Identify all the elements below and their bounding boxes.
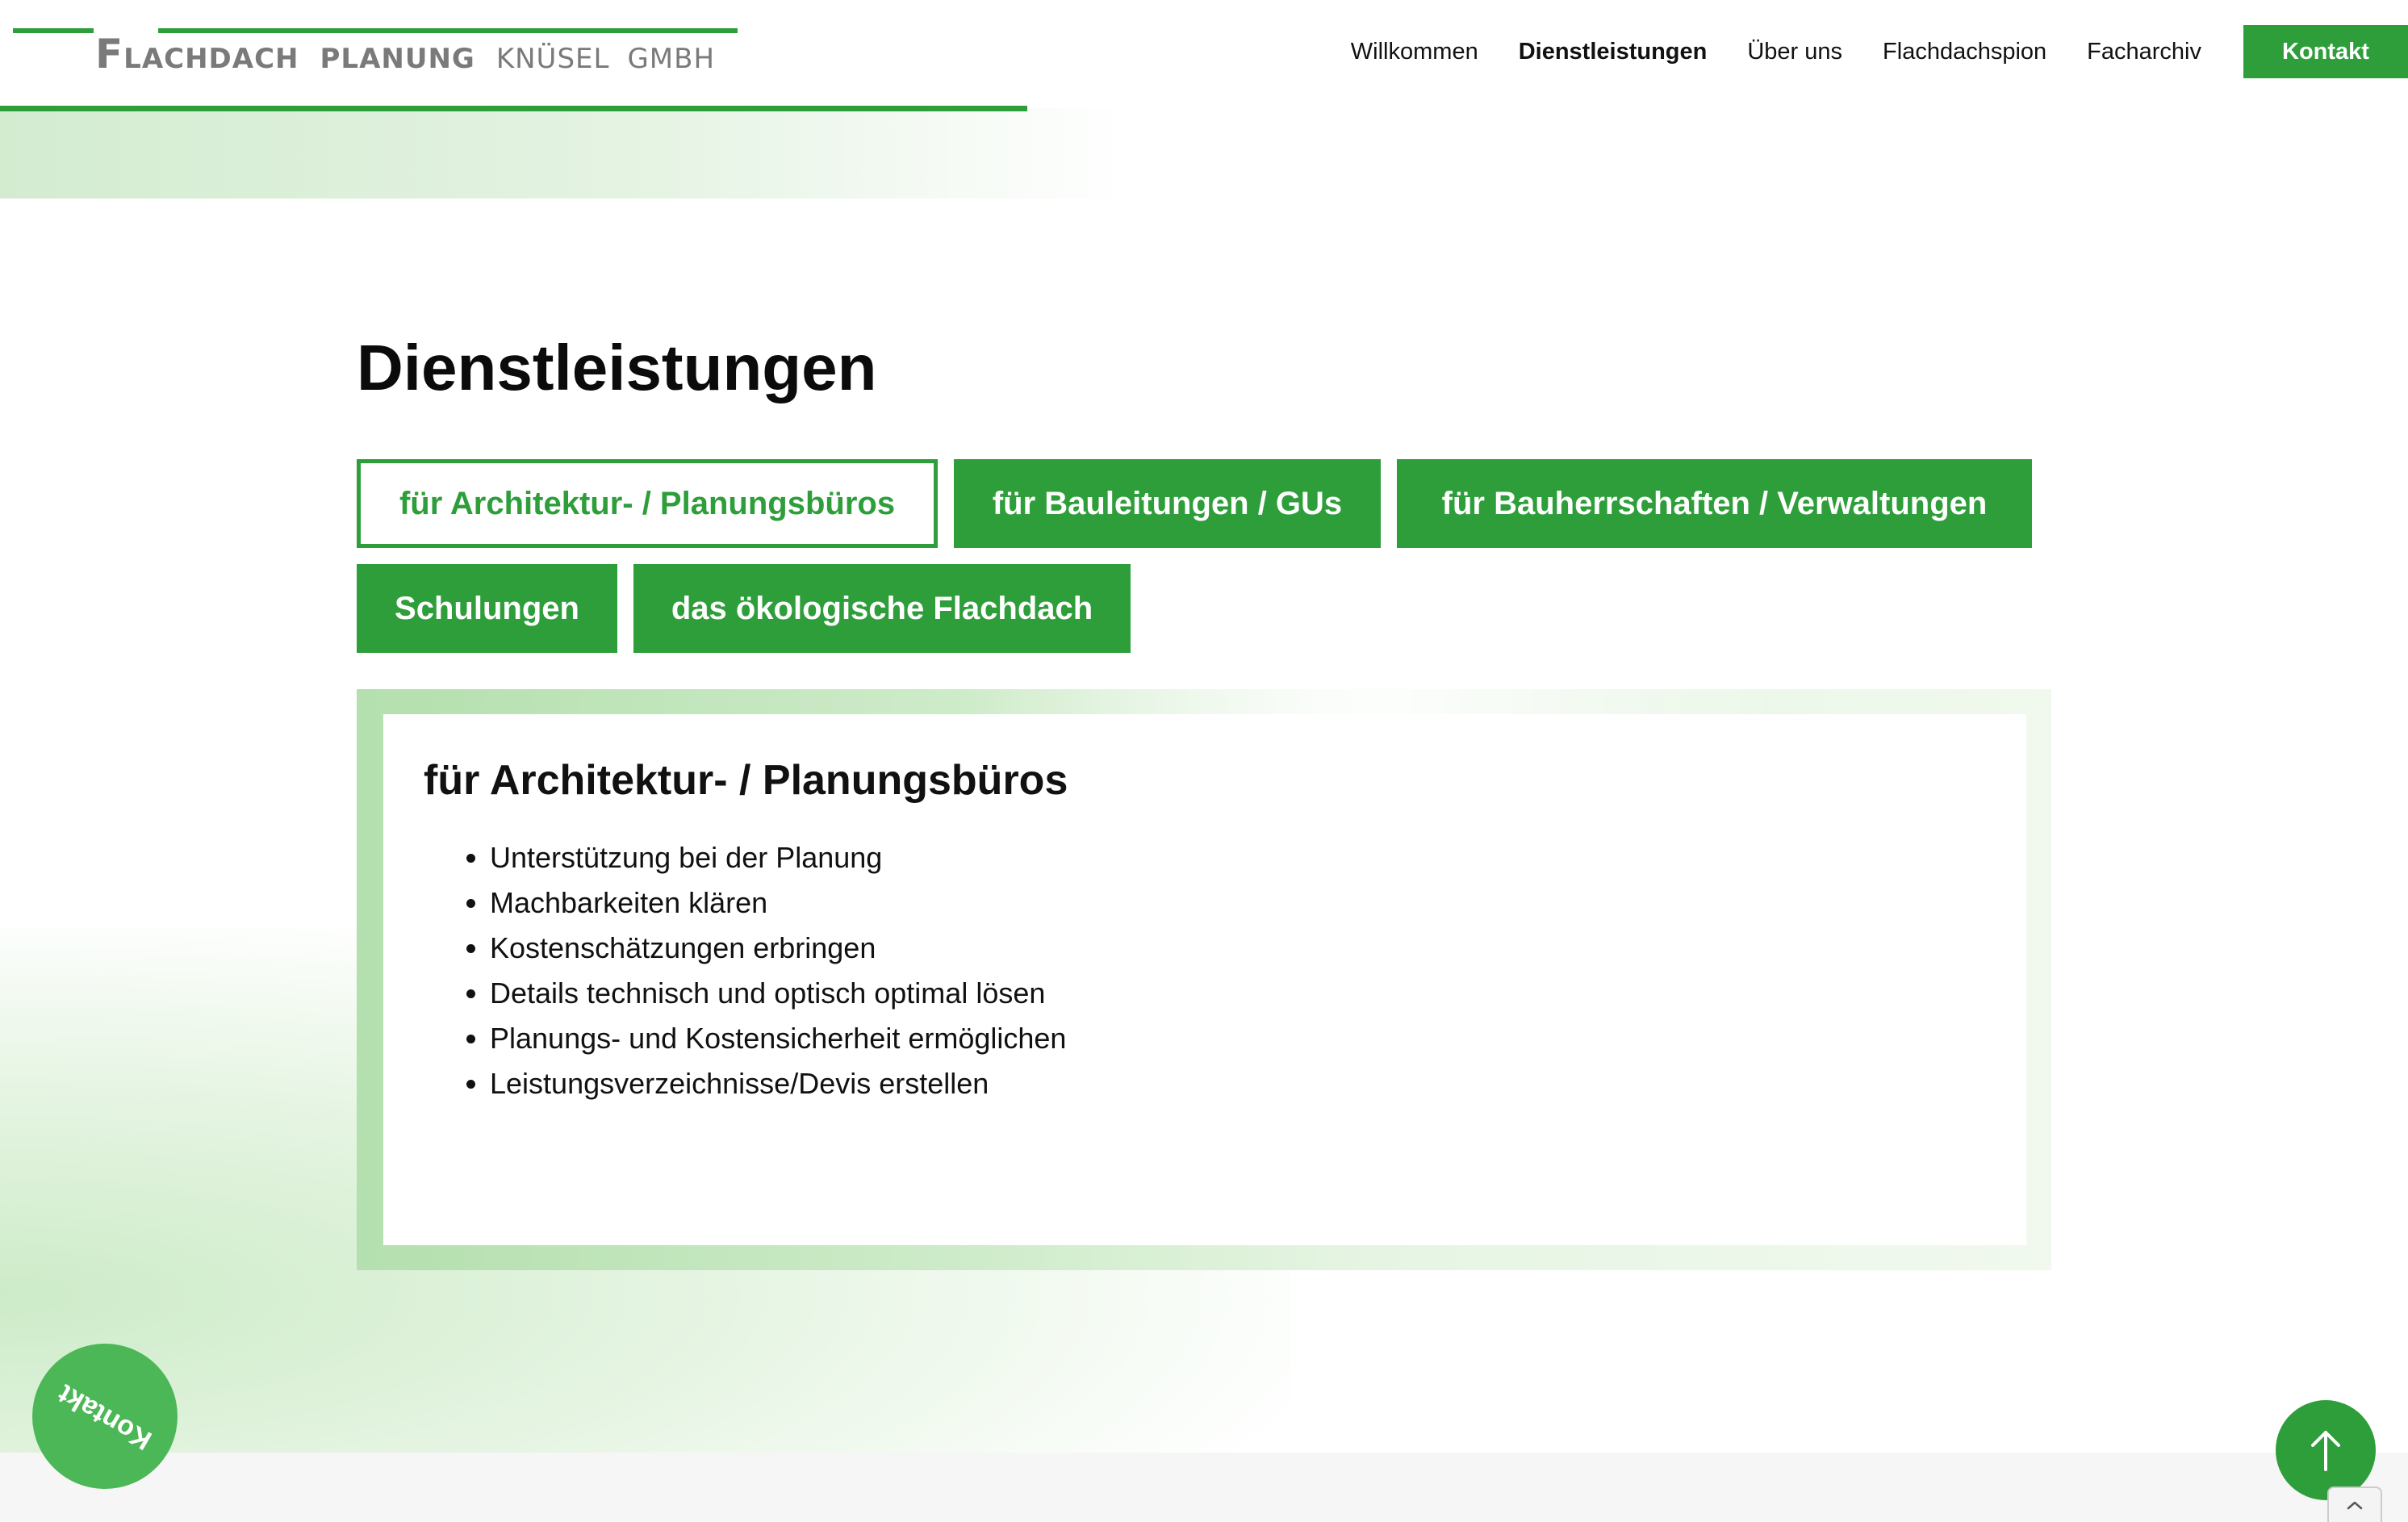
page-title: Dienstleistungen xyxy=(357,332,877,403)
tab-oekologisches-flachdach[interactable]: das ökologische Flachdach xyxy=(633,564,1131,653)
main-navigation: Willkommen Dienstleistungen Über uns Fla… xyxy=(1351,23,2408,81)
tab-bauherrschaften-verwaltungen[interactable]: für Bauherrschaften / Verwaltungen xyxy=(1397,459,2032,548)
header-divider-line xyxy=(0,106,1027,111)
list-item: Planungs- und Kostensicherheit ermöglich… xyxy=(490,1016,1066,1061)
tab-bauleitungen-gus[interactable]: für Bauleitungen / GUs xyxy=(954,459,1381,548)
list-item: Details technisch und optisch optimal lö… xyxy=(490,971,1066,1016)
tab-architektur-planungsbueros[interactable]: für Architektur- / Planungsbüros xyxy=(357,459,938,548)
list-item: Unterstützung bei der Planung xyxy=(490,835,1066,880)
nav-item-dienstleistungen[interactable]: Dienstleistungen xyxy=(1519,39,1708,65)
nav-item-ueber-uns[interactable]: Über uns xyxy=(1747,39,1842,65)
mini-scroll-up-button[interactable] xyxy=(2327,1486,2382,1522)
company-logo[interactable]: FLACHDACH PLANUNG KNÜSEL GMBH xyxy=(95,31,715,77)
header-gradient-band xyxy=(0,108,1130,199)
arrow-up-icon xyxy=(2311,1431,2340,1471)
nav-item-willkommen[interactable]: Willkommen xyxy=(1351,39,1478,65)
chevron-up-icon xyxy=(2347,1501,2363,1510)
floating-contact-label: Kontakt xyxy=(52,1378,157,1456)
nav-item-flachdachspion[interactable]: Flachdachspion xyxy=(1883,39,2046,65)
panel-frame-fade xyxy=(968,689,1775,715)
contact-button[interactable]: Kontakt xyxy=(2243,25,2408,78)
list-item: Machbarkeiten klären xyxy=(490,880,1066,926)
list-item: Leistungsverzeichnisse/Devis erstellen xyxy=(490,1061,1066,1106)
service-list: Unterstützung bei der Planung Machbarkei… xyxy=(448,835,1066,1106)
nav-item-facharchiv[interactable]: Facharchiv xyxy=(2087,39,2201,65)
scroll-to-top-button[interactable] xyxy=(2276,1400,2376,1500)
tab-panel: für Architektur- / Planungsbüros Unterst… xyxy=(383,714,2026,1245)
list-item: Kostenschätzungen erbringen xyxy=(490,926,1066,971)
footer-strip xyxy=(0,1453,2408,1522)
panel-heading: für Architektur- / Planungsbüros xyxy=(424,757,1068,804)
tab-schulungen[interactable]: Schulungen xyxy=(357,564,617,653)
floating-contact-button[interactable]: Kontakt xyxy=(32,1344,178,1489)
